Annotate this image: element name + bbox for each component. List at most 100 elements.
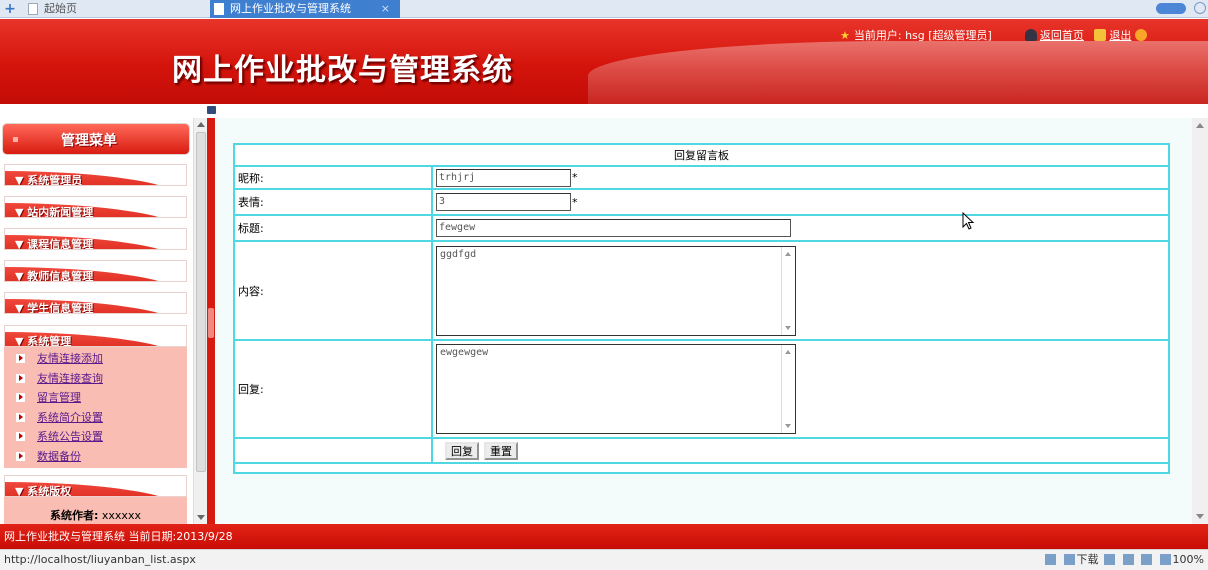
toggle-frame-icon[interactable]: [207, 106, 216, 114]
sidebar-link[interactable]: 留言管理: [37, 391, 81, 404]
reply-label: 回复:: [233, 339, 433, 439]
home-link[interactable]: 返回首页: [1040, 29, 1084, 42]
emotion-label: 表情:: [233, 188, 433, 216]
sidebar-group-system: ▼ 系统管理 友情连接添加 友情连接查询 留言管理 系统简介设置 系统公告设置 …: [4, 325, 187, 468]
sidebar-group-label: ▼ 系统管理员: [15, 174, 83, 186]
subject-label: 标题:: [233, 214, 433, 242]
reply-textarea[interactable]: ewgewgew: [436, 344, 796, 434]
person-icon: [1024, 29, 1037, 41]
star-icon: ★: [840, 29, 850, 42]
header-decoration: [588, 41, 1208, 104]
scroll-down-icon[interactable]: [197, 515, 205, 520]
browser-status-bar: http://localhost/liuyanban_list.aspx 下载 …: [0, 549, 1208, 570]
sidebar-item-friend-link-add: 友情连接添加: [4, 349, 187, 369]
sidebar-link[interactable]: 系统简介设置: [37, 411, 103, 424]
reply-text: ewgewgew: [440, 347, 489, 358]
scroll-thumb[interactable]: [196, 132, 206, 472]
subject-input[interactable]: fewgew: [436, 219, 791, 237]
current-user-text: 当前用户: hsg [超级管理员]: [853, 29, 992, 42]
sidebar-group-system-head[interactable]: ▼ 系统管理: [4, 325, 187, 347]
sidebar-group-course[interactable]: ▼ 课程信息管理: [4, 228, 187, 250]
sidebar-group-admin[interactable]: ▼ 系统管理员: [4, 164, 187, 186]
scroll-up-icon[interactable]: [1196, 123, 1204, 128]
menu-title-text: 管理菜单: [61, 133, 117, 149]
sidebar-link[interactable]: 数据备份: [37, 450, 81, 463]
form-title: 回复留言板: [233, 143, 1170, 167]
nickname-input[interactable]: trhjrj: [436, 168, 571, 187]
site-title: 网上作业批改与管理系统: [172, 53, 513, 88]
sidebar-item-friend-link-query: 友情连接查询: [4, 369, 187, 389]
author-value: xxxxxx: [101, 509, 141, 522]
page-icon: [28, 3, 38, 15]
main-content: 回复留言板 昵称: trhjrj * 表情: 3 * 标题: fewgew 内容: …: [216, 118, 1192, 524]
reset-button[interactable]: 重置: [484, 441, 518, 460]
browser-menu-icon[interactable]: [1194, 2, 1206, 14]
tab-active[interactable]: 网上作业批改与管理系统 ×: [210, 0, 400, 18]
tab-start-page[interactable]: 起始页: [24, 0, 204, 18]
browser-mode-icon[interactable]: [1156, 3, 1186, 14]
screenshot-icon[interactable]: [1104, 554, 1116, 565]
sidebar-group-label: ▼ 系统管理: [15, 335, 72, 347]
sidebar-group-student[interactable]: ▼ 学生信息管理: [4, 292, 187, 314]
download-icon[interactable]: [1063, 554, 1075, 565]
zoom-level[interactable]: 100%: [1173, 553, 1204, 566]
sidebar-group-teacher[interactable]: ▼ 教师信息管理: [4, 260, 187, 282]
volume-icon[interactable]: [1141, 554, 1153, 565]
main-scrollbar[interactable]: [1192, 118, 1208, 524]
author-label: 系统作者:: [50, 509, 99, 522]
sidebar-group-label: ▼ 学生信息管理: [15, 302, 94, 314]
sidebar-group-label: ▼ 课程信息管理: [15, 238, 94, 250]
sidebar: 管理菜单 ▼ 系统管理员 ▼ 站内新闻管理 ▼ 课程信息管理 ▼ 教师信息管理 …: [0, 118, 193, 524]
sidebar-scrollbar[interactable]: [193, 118, 207, 524]
scroll-down-icon[interactable]: [1196, 514, 1204, 519]
sidebar-group-label: ▼ 教师信息管理: [15, 270, 94, 282]
menu-marker-icon: [13, 137, 18, 142]
site-footer-status: 网上作业批改与管理系统 当前日期:2013/9/28: [0, 524, 1208, 549]
tab-label: 网上作业批改与管理系统: [230, 2, 351, 15]
content-label: 内容:: [233, 240, 433, 341]
logout-link[interactable]: 退出: [1109, 29, 1131, 42]
sidebar-item-backup: 数据备份: [4, 447, 187, 467]
collapse-handle[interactable]: [208, 308, 214, 338]
sidebar-submenu: 友情连接添加 友情连接查询 留言管理 系统简介设置 系统公告设置 数据备份: [4, 347, 187, 468]
sidebar-link[interactable]: 友情连接查询: [37, 372, 103, 385]
tab-label: 起始页: [44, 2, 77, 15]
sidebar-group-copyright-head[interactable]: ▼ 系统版权: [4, 475, 187, 497]
required-mark: *: [572, 195, 578, 209]
reply-button[interactable]: 回复: [445, 441, 479, 460]
zoom-icon[interactable]: [1159, 554, 1171, 565]
arrow-right-icon: [16, 412, 25, 422]
sidebar-item-intro-settings: 系统简介设置: [4, 408, 187, 428]
site-header: 网上作业批改与管理系统 ★ 当前用户: hsg [超级管理员] 返回首页 退出: [0, 19, 1208, 104]
scroll-up-icon[interactable]: [197, 122, 205, 127]
sidebar-link[interactable]: 友情连接添加: [37, 352, 103, 365]
status-url: http://localhost/liuyanban_list.aspx: [4, 553, 196, 566]
sidebar-group-copyright: ▼ 系统版权 系统作者: xxxxxx: [4, 475, 187, 524]
buttons-label-cell: [233, 437, 433, 464]
key-icon: [1094, 29, 1107, 41]
close-tab-icon[interactable]: ×: [381, 0, 390, 18]
copyright-body: 系统作者: xxxxxx: [4, 497, 187, 524]
arrow-right-icon: [16, 373, 25, 383]
sidebar-link[interactable]: 系统公告设置: [37, 430, 103, 443]
download-label[interactable]: 下载: [1077, 553, 1099, 566]
form-footer-cell: [233, 462, 1170, 474]
textarea-scrollbar[interactable]: [781, 246, 795, 335]
browser-tab-bar: + 起始页 网上作业批改与管理系统 ×: [0, 0, 1208, 18]
sidebar-item-notice-settings: 系统公告设置: [4, 427, 187, 447]
textarea-scrollbar[interactable]: [781, 345, 795, 433]
content-textarea[interactable]: ggdfgd: [436, 245, 796, 336]
arrow-right-icon: [16, 432, 25, 441]
reply-form: 回复留言板 昵称: trhjrj * 表情: 3 * 标题: fewgew 内容: …: [233, 143, 1170, 474]
image-icon[interactable]: [1122, 554, 1134, 565]
content-text: ggdfgd: [440, 248, 477, 260]
emotion-input[interactable]: 3: [436, 193, 571, 211]
arrow-right-icon: [16, 354, 25, 363]
nickname-label: 昵称:: [233, 165, 433, 190]
required-mark: *: [572, 171, 578, 184]
arrow-right-icon: [16, 451, 25, 461]
sidebar-group-news[interactable]: ▼ 站内新闻管理: [4, 196, 187, 218]
sidebar-group-label: ▼ 系统版权: [15, 485, 72, 497]
window-icon[interactable]: [1045, 554, 1057, 565]
new-tab-icon[interactable]: +: [2, 1, 18, 17]
